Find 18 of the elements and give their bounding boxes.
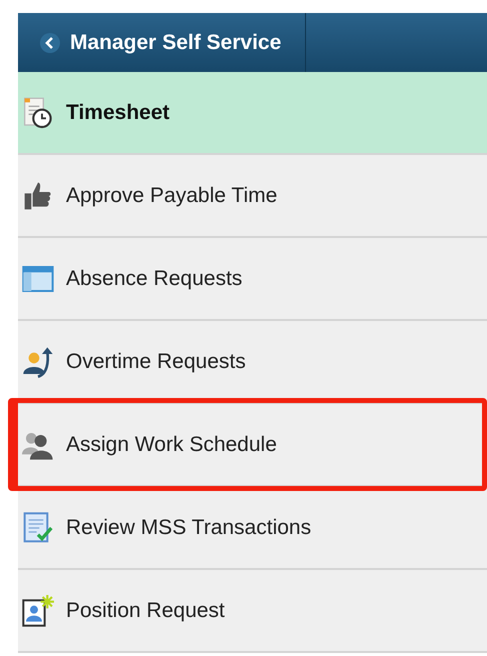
item-label: Position Request — [66, 598, 225, 622]
item-label: Approve Payable Time — [66, 184, 278, 208]
back-icon — [40, 32, 60, 52]
item-label: Assign Work Schedule — [66, 432, 277, 456]
menu-item[interactable]: Review MSS Transactions — [18, 487, 487, 570]
menu-item[interactable]: Timesheet — [18, 72, 487, 155]
item-label: Overtime Requests — [66, 350, 246, 374]
timesheet-clock-icon — [22, 96, 54, 128]
person-arrow-icon — [22, 346, 54, 378]
menu-item[interactable]: Overtime Requests — [18, 321, 487, 404]
item-label: Review MSS Transactions — [66, 516, 312, 540]
item-label: Timesheet — [66, 100, 170, 124]
menu-item[interactable]: Position Request — [18, 570, 487, 653]
menu-item[interactable]: Absence Requests — [18, 238, 487, 321]
menu-item[interactable]: Approve Payable Time — [18, 155, 487, 238]
item-label: Absence Requests — [66, 266, 242, 290]
document-check-icon — [22, 512, 54, 544]
position-badge-icon — [22, 594, 54, 626]
